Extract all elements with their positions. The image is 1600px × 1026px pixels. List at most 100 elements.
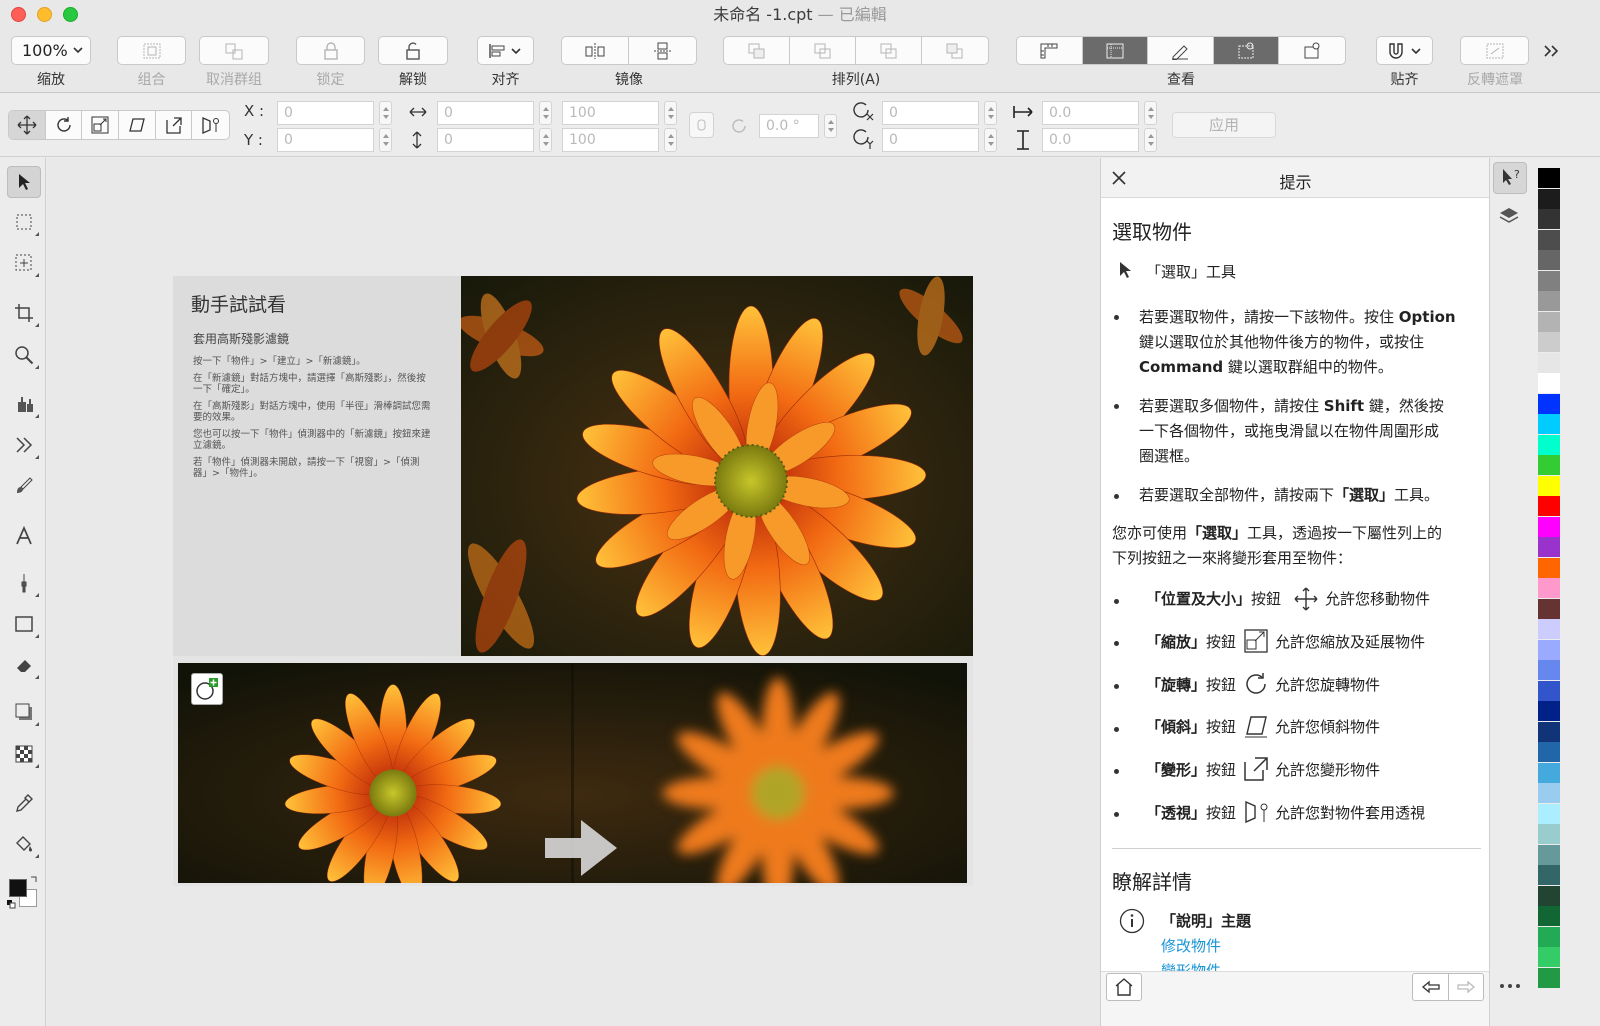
palette-swatch[interactable]	[1538, 291, 1560, 311]
center-x-stepper[interactable]	[984, 101, 997, 125]
canvas-area[interactable]: 動手試試看 套用高斯殘影濾鏡 按一下「物件」>「建立」>「新濾鏡」。 在「新濾鏡…	[47, 158, 1100, 1026]
align-dropdown[interactable]	[477, 36, 534, 65]
palette-swatch[interactable]	[1538, 434, 1560, 455]
objects-view-button[interactable]	[1213, 37, 1280, 64]
width-field[interactable]: 0	[437, 101, 534, 125]
palette-swatch[interactable]	[1538, 639, 1560, 660]
palette-swatch[interactable]	[1538, 414, 1560, 434]
y-position-field[interactable]: 0	[277, 128, 374, 152]
unlock-button[interactable]	[378, 36, 448, 65]
guidelines-button[interactable]	[1148, 37, 1214, 64]
undo-brush-tool[interactable]	[7, 470, 41, 502]
x-position-stepper[interactable]	[379, 101, 392, 125]
palette-swatch[interactable]	[1538, 188, 1560, 209]
palette-swatch[interactable]	[1538, 865, 1560, 885]
angle-stepper[interactable]	[824, 114, 837, 138]
lock-ratio-button[interactable]	[689, 112, 714, 138]
palette-swatch[interactable]	[1538, 844, 1560, 865]
effect-tool[interactable]	[7, 429, 41, 461]
forward-one-button[interactable]	[790, 37, 856, 64]
center-y-field[interactable]: 0	[882, 128, 979, 152]
grid-button[interactable]	[1082, 37, 1149, 64]
rulers-button[interactable]	[1017, 37, 1083, 64]
paint-tool[interactable]	[7, 567, 41, 599]
perspective-button[interactable]	[192, 111, 229, 139]
color-swatches[interactable]	[7, 875, 41, 915]
skew-button[interactable]	[119, 111, 156, 139]
invert-mask-button[interactable]	[1460, 36, 1529, 65]
angle-field[interactable]: 0.0 °	[759, 114, 819, 138]
crop-tool[interactable]	[7, 297, 41, 329]
to-back-button[interactable]	[922, 37, 988, 64]
center-x-field[interactable]: 0	[882, 101, 979, 125]
zoom-window-button[interactable]	[63, 7, 78, 22]
position-size-button[interactable]	[9, 111, 46, 139]
mirror-horizontal-button[interactable]	[562, 37, 629, 64]
palette-swatch[interactable]	[1538, 373, 1560, 393]
drop-shadow-tool[interactable]	[7, 696, 41, 728]
palette-swatch[interactable]	[1538, 660, 1560, 680]
mirror-vertical-button[interactable]	[629, 37, 696, 64]
rotate-button[interactable]	[46, 111, 83, 139]
palette-swatch[interactable]	[1538, 701, 1560, 721]
default-colors-icon[interactable]	[7, 900, 16, 909]
palette-swatch[interactable]	[1538, 332, 1560, 352]
skew-h-stepper[interactable]	[1144, 101, 1157, 125]
before-after-image[interactable]	[178, 663, 967, 883]
hints-tab[interactable]: ?	[1493, 162, 1527, 194]
snap-dropdown[interactable]	[1376, 36, 1433, 65]
eyedropper-tool[interactable]	[7, 787, 41, 819]
scale-button[interactable]	[82, 111, 120, 139]
eraser-tool[interactable]	[7, 649, 41, 681]
transform-marquee-tool[interactable]	[7, 247, 41, 279]
scale-width-field[interactable]: 100	[562, 101, 659, 125]
palette-swatch[interactable]	[1538, 270, 1560, 291]
to-front-button[interactable]	[724, 37, 790, 64]
palette-swatch[interactable]	[1538, 352, 1560, 373]
palette-swatch[interactable]	[1538, 598, 1560, 619]
palette-swatch[interactable]	[1538, 947, 1560, 967]
scale-height-stepper[interactable]	[664, 128, 677, 152]
palette-swatch[interactable]	[1538, 762, 1560, 783]
palette-swatch[interactable]	[1538, 229, 1560, 250]
palette-swatch[interactable]	[1538, 619, 1560, 639]
scale-height-field[interactable]: 100	[562, 128, 659, 152]
palette-swatch[interactable]	[1538, 680, 1560, 701]
page-view-button[interactable]	[1279, 37, 1345, 64]
group-button[interactable]	[117, 36, 186, 65]
palette-swatch[interactable]	[1538, 557, 1560, 578]
overflow-chevron-icon[interactable]	[1543, 44, 1559, 58]
distort-button[interactable]	[156, 111, 193, 139]
palette-swatch[interactable]	[1538, 824, 1560, 844]
back-button[interactable]	[1413, 974, 1449, 1000]
apply-button[interactable]: 应用	[1172, 112, 1276, 138]
close-window-button[interactable]	[11, 7, 26, 22]
palette-swatch[interactable]	[1538, 967, 1560, 988]
palette-swatch[interactable]	[1538, 455, 1560, 475]
palette-swatch[interactable]	[1538, 803, 1560, 824]
flower-photo[interactable]	[461, 276, 973, 656]
skew-h-field[interactable]: 0.0	[1042, 101, 1139, 125]
home-button[interactable]	[1106, 973, 1142, 1001]
palette-swatch[interactable]	[1538, 537, 1560, 557]
palette-swatch[interactable]	[1538, 885, 1560, 906]
palette-swatch[interactable]	[1538, 578, 1560, 598]
x-position-field[interactable]: 0	[277, 101, 374, 125]
skew-v-field[interactable]: 0.0	[1042, 128, 1139, 152]
link-modify-objects[interactable]: 修改物件	[1161, 935, 1221, 956]
palette-swatch[interactable]	[1538, 742, 1560, 762]
palette-swatch[interactable]	[1538, 209, 1560, 229]
palette-swatch[interactable]	[1538, 393, 1560, 414]
instructions-panel[interactable]: 動手試試看 套用高斯殘影濾鏡 按一下「物件」>「建立」>「新濾鏡」。 在「新濾鏡…	[173, 276, 461, 656]
palette-swatch[interactable]	[1538, 168, 1560, 188]
palette-swatch[interactable]	[1538, 475, 1560, 496]
scale-width-stepper[interactable]	[664, 101, 677, 125]
center-y-stepper[interactable]	[984, 128, 997, 152]
ungroup-button[interactable]	[199, 36, 269, 65]
object-handle-badge[interactable]	[191, 673, 223, 705]
palette-swatch[interactable]	[1538, 311, 1560, 332]
forward-button[interactable]	[1449, 974, 1484, 1000]
text-tool[interactable]	[7, 520, 41, 552]
palette-swatch[interactable]	[1538, 906, 1560, 926]
width-stepper[interactable]	[539, 101, 552, 125]
